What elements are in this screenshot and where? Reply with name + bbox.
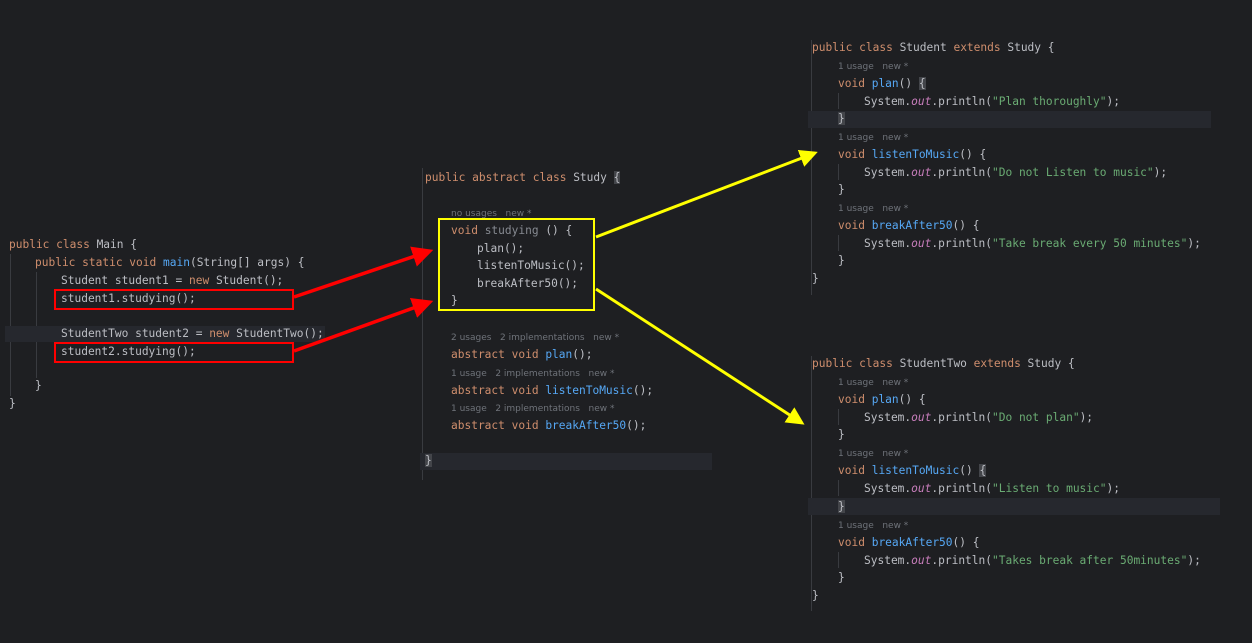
yellow-arrow-studenttwo xyxy=(595,287,805,425)
red-arrow-student2 xyxy=(293,298,434,353)
red-arrow-student1 xyxy=(293,246,434,299)
yellow-arrow-student xyxy=(595,149,818,239)
annotation-arrows xyxy=(293,149,818,425)
